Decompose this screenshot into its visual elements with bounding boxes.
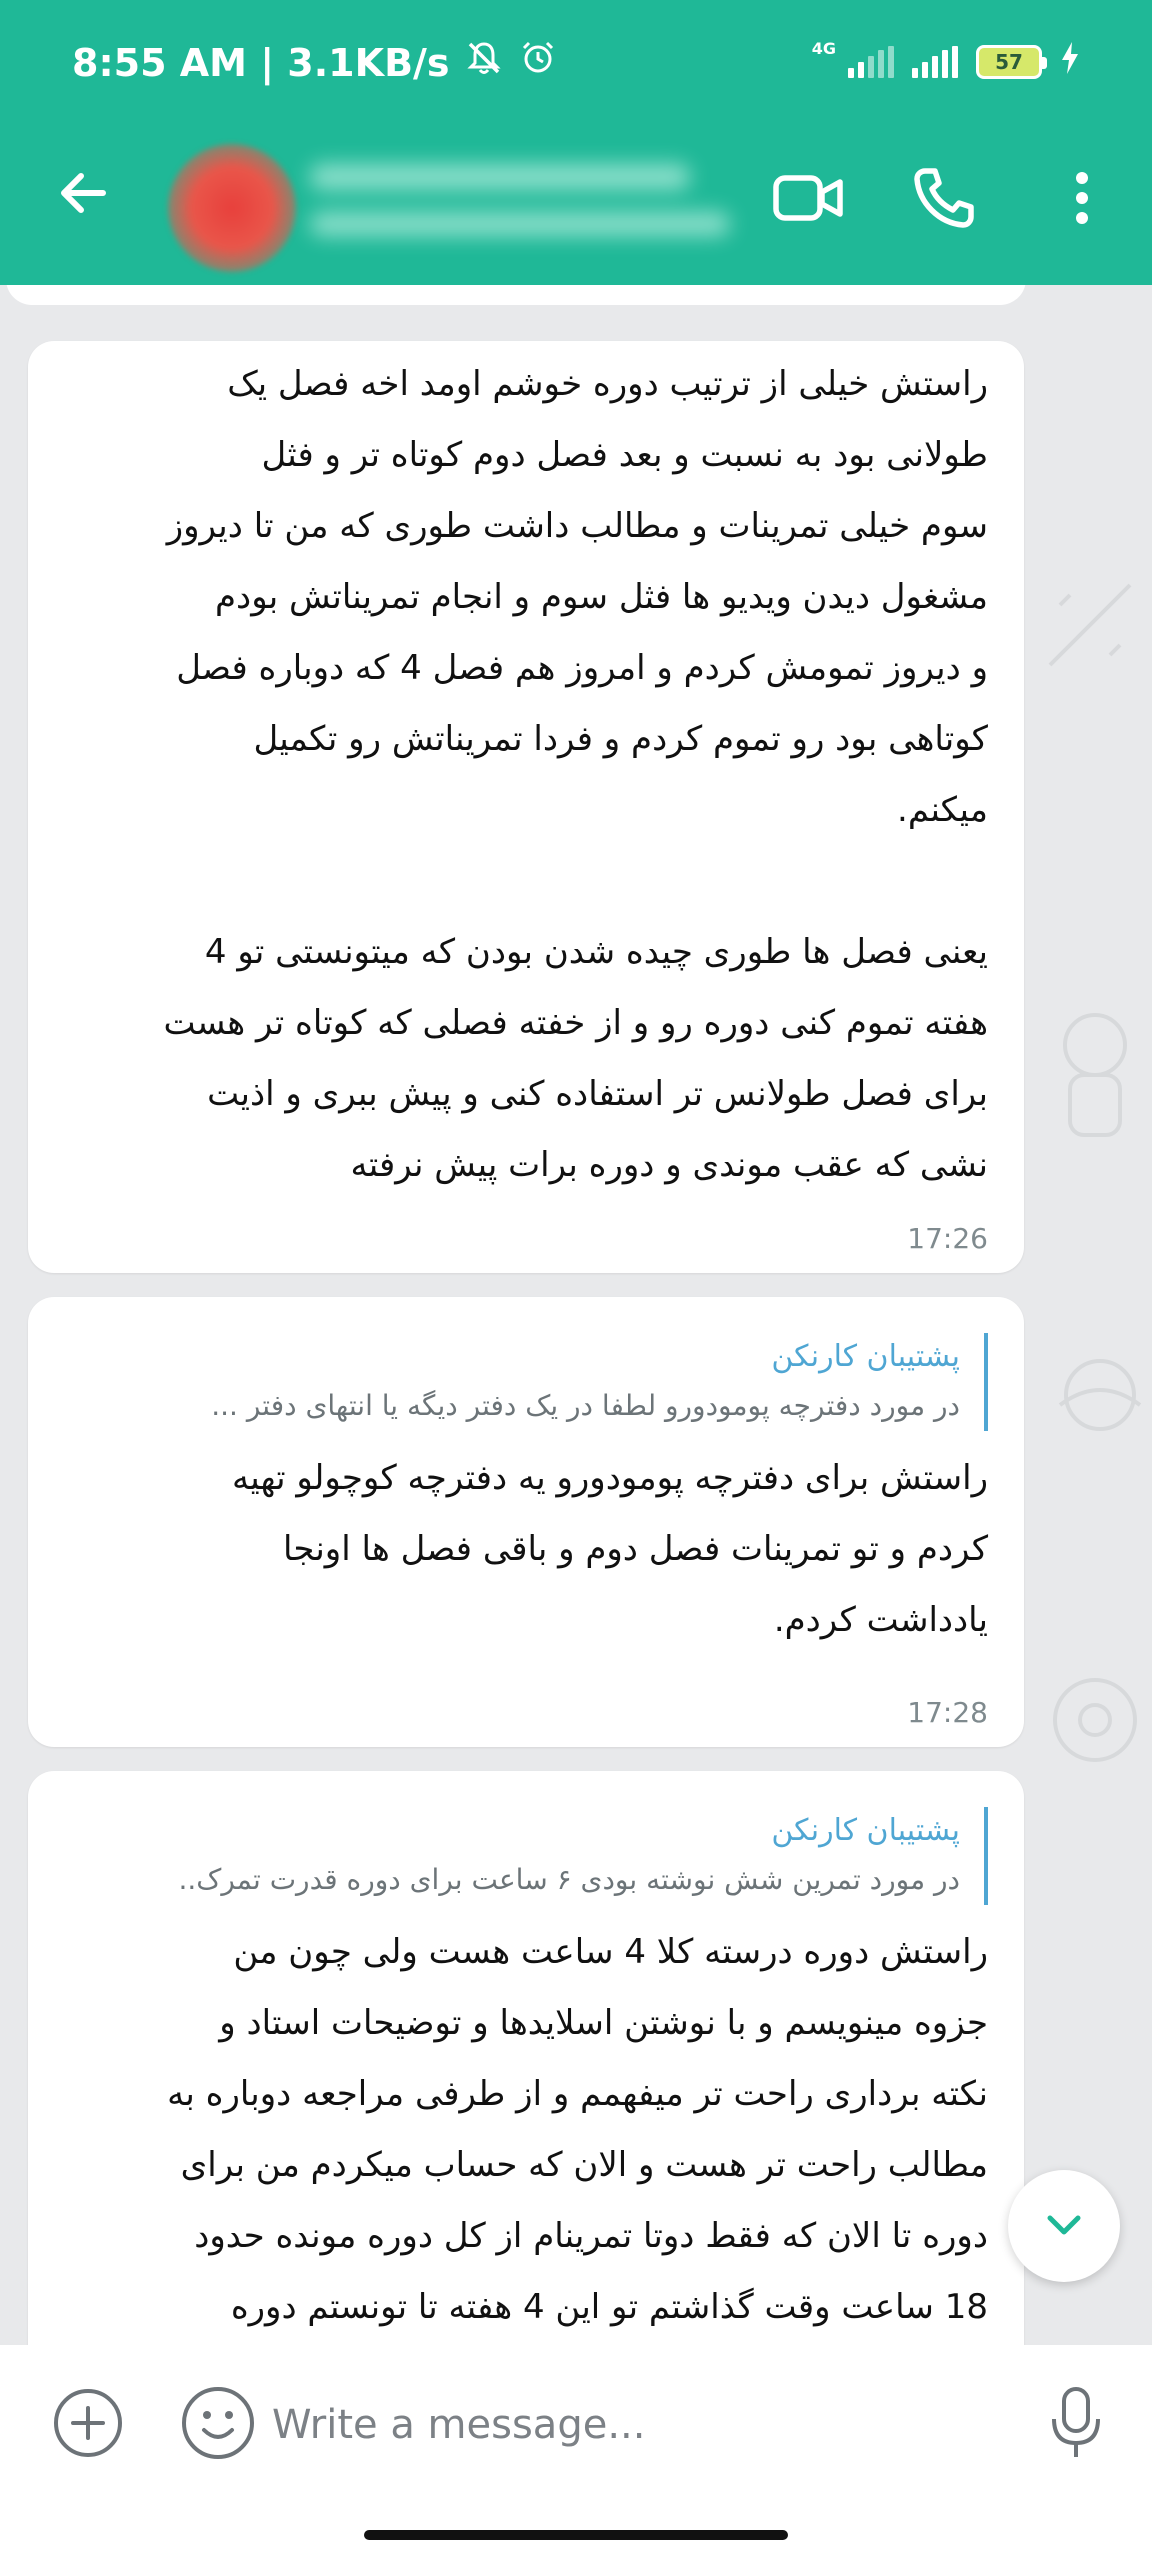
reply-snippet: در مورد تمرین شش نوشته بودی ۶ ساعت برای …	[178, 1863, 961, 1896]
emoji-icon	[179, 2384, 257, 2466]
add-circle-icon	[51, 2386, 125, 2464]
more-options-button[interactable]	[1040, 158, 1124, 242]
reply-preview[interactable]: پشتیبان کارنکن در مورد دفترچه پومودورو ل…	[58, 1333, 988, 1431]
microphone-icon	[1046, 2383, 1106, 2467]
signal-icon-1	[848, 46, 894, 78]
message-bubble[interactable]: پشتیبان کارنکن در مورد دفترچه پومودورو ل…	[28, 1297, 1024, 1747]
message-bubble[interactable]: پشتیبان کارنکن در مورد تمرین شش نوشته بو…	[28, 1771, 1024, 2345]
reply-snippet: در مورد دفترچه پومودورو لطفا در یک دفتر …	[211, 1389, 960, 1422]
more-vert-icon	[1072, 168, 1092, 232]
voice-record-button[interactable]	[1034, 2383, 1118, 2467]
battery-level: 57	[995, 50, 1023, 74]
message-text: راستش دوره درسته کلا 4 ساعت هست ولی چون …	[167, 1932, 988, 2327]
top-app-bar: 8:55 AM | 3.1KB/s 4G 57	[0, 0, 1152, 285]
background-doodle-icon	[1063, 1013, 1127, 1137]
scroll-to-bottom-button[interactable]	[1008, 2170, 1120, 2282]
status-time-speed: 8:55 AM | 3.1KB/s	[72, 40, 450, 85]
battery-icon: 57	[976, 45, 1047, 79]
chat-area[interactable]: راستش خیلی از ترتیب دوره خوشم اومد اخه ف…	[0, 285, 1152, 2345]
background-doodle-icon	[1058, 1359, 1142, 1431]
message-content: پشتیبان کارنکن در مورد دفترچه پومودورو ل…	[58, 1333, 988, 1656]
avatar[interactable]	[168, 144, 296, 272]
message-text: راستش خیلی از ترتیب دوره خوشم اومد اخه ف…	[163, 364, 988, 1185]
message-composer	[0, 2345, 1152, 2505]
signal-icon-2	[912, 46, 958, 78]
home-indicator[interactable]	[364, 2530, 788, 2540]
phone-call-icon	[911, 165, 977, 235]
message-content: پشتیبان کارنکن در مورد تمرین شش نوشته بو…	[58, 1807, 988, 2343]
message-time: 17:28	[907, 1696, 988, 1729]
back-arrow-icon	[55, 165, 111, 225]
mute-bell-icon	[464, 38, 504, 87]
message-input[interactable]	[272, 2385, 1012, 2465]
status-right: 4G 57	[811, 38, 1080, 84]
attach-button[interactable]	[46, 2383, 130, 2467]
video-call-icon	[772, 170, 844, 230]
chevron-down-icon	[1044, 2210, 1084, 2242]
network-type: 4G	[811, 38, 836, 58]
alarm-icon	[518, 38, 558, 87]
background-doodle-icon	[1053, 1678, 1137, 1762]
status-bar: 8:55 AM | 3.1KB/s 4G 57	[0, 0, 1152, 130]
reply-sender: پشتیبان کارنکن	[771, 1813, 960, 1848]
video-call-button[interactable]	[766, 158, 850, 242]
message-bubble[interactable]: راستش خیلی از ترتیب دوره خوشم اومد اخه ف…	[28, 341, 1024, 1273]
message-time: 17:26	[907, 1222, 988, 1255]
contact-name-blurred[interactable]	[310, 156, 730, 256]
status-left: 8:55 AM | 3.1KB/s	[72, 38, 558, 87]
reply-preview[interactable]: پشتیبان کارنکن در مورد تمرین شش نوشته بو…	[58, 1807, 988, 1905]
chat-header	[0, 130, 1152, 285]
phone-call-button[interactable]	[902, 158, 986, 242]
reply-sender: پشتیبان کارنکن	[771, 1339, 960, 1374]
background-doodle-icon	[1048, 583, 1132, 667]
message-text: راستش برای دفترچه پومودورو یه دفترچه کوچ…	[232, 1458, 988, 1640]
back-button[interactable]	[48, 160, 118, 230]
charging-icon	[1060, 40, 1080, 84]
emoji-button[interactable]	[176, 2383, 260, 2467]
previous-message-tail	[6, 285, 1026, 305]
